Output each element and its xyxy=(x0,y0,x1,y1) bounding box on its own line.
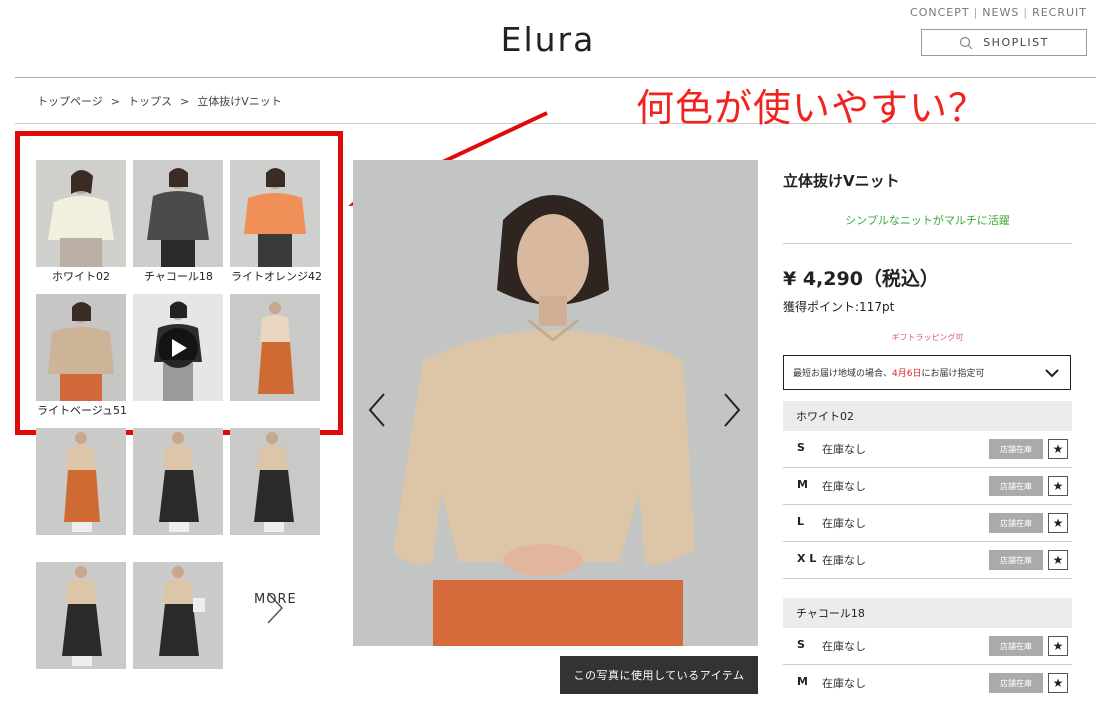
breadcrumb-current: 立体抜けVニット xyxy=(197,95,282,108)
thumbnail-label: チャコール18 xyxy=(144,270,213,283)
chevron-left-icon xyxy=(368,393,385,427)
recruit-link[interactable]: RECRUIT xyxy=(1032,6,1087,19)
stock-status: 在庫なし xyxy=(822,480,866,493)
product-catchcopy: シンプルなニットがマルチに活躍 xyxy=(845,214,1010,227)
favorite-star-icon[interactable]: ★ xyxy=(1048,673,1068,693)
thumbnail-image[interactable] xyxy=(230,428,320,535)
stock-status: 在庫なし xyxy=(822,554,866,567)
news-link[interactable]: NEWS xyxy=(982,6,1019,19)
top-links: CONCEPT | NEWS | RECRUIT xyxy=(910,6,1087,19)
earned-points: 獲得ポイント:117pt xyxy=(783,300,895,314)
size-label: S xyxy=(797,638,805,651)
annotation-text: 何色が使いやすい？ xyxy=(636,86,988,130)
chevron-right-icon xyxy=(724,393,741,427)
size-row: S 在庫なし 店舗在庫 ★ xyxy=(783,628,1072,665)
main-product-image xyxy=(353,160,758,646)
info-divider xyxy=(783,243,1072,244)
shoplist-button[interactable]: SHOPLIST xyxy=(921,29,1087,56)
store-stock-button[interactable]: 店舗在庫 xyxy=(989,636,1043,656)
next-image-arrow[interactable] xyxy=(722,390,742,440)
delivery-prefix: 最短お届け地域の場合、 xyxy=(793,369,893,379)
thumbnail-image[interactable] xyxy=(36,562,126,669)
thumbnail-image[interactable] xyxy=(133,562,223,669)
size-row: X L 在庫なし 店舗在庫 ★ xyxy=(783,542,1072,579)
thumbnail-image[interactable] xyxy=(36,428,126,535)
thumbnail-label: ホワイト02 xyxy=(52,270,110,283)
favorite-star-icon[interactable]: ★ xyxy=(1048,513,1068,533)
delivery-suffix: にお届け指定可 xyxy=(921,369,985,379)
size-row: M 在庫なし 店舗在庫 ★ xyxy=(783,665,1072,702)
favorite-star-icon[interactable]: ★ xyxy=(1048,636,1068,656)
stock-status: 在庫なし xyxy=(822,517,866,530)
size-label: M xyxy=(797,478,808,491)
favorite-star-icon[interactable]: ★ xyxy=(1048,550,1068,570)
delivery-info-dropdown[interactable]: 最短お届け地域の場合、 4月6日 にお届け指定可 xyxy=(783,355,1071,390)
store-stock-button[interactable]: 店舗在庫 xyxy=(989,673,1043,693)
thumbnail-video[interactable] xyxy=(133,294,223,401)
shoplist-label: SHOPLIST xyxy=(983,36,1049,49)
breadcrumb-home[interactable]: トップページ xyxy=(37,95,103,108)
thumbnail-label: ライトベージュ51 xyxy=(37,404,128,417)
stock-status: 在庫なし xyxy=(822,677,866,690)
thumbnail-image[interactable] xyxy=(230,294,320,401)
favorite-star-icon[interactable]: ★ xyxy=(1048,439,1068,459)
size-label: X L xyxy=(797,552,817,565)
separator: | xyxy=(973,6,979,19)
size-label: L xyxy=(797,515,805,528)
more-link[interactable]: MORE xyxy=(254,592,296,607)
product-title: 立体抜けVニット xyxy=(783,172,900,190)
thumbnail-light-beige[interactable] xyxy=(36,294,126,401)
breadcrumb-separator: > xyxy=(180,95,190,108)
size-label: S xyxy=(797,441,805,454)
stock-status: 在庫なし xyxy=(822,443,866,456)
chevron-down-icon xyxy=(1045,369,1059,378)
size-row: M 在庫なし 店舗在庫 ★ xyxy=(783,468,1072,505)
gift-wrapping-note: ギフトラッピング可 xyxy=(891,333,964,342)
product-price: ¥ 4,290（税込） xyxy=(783,268,939,290)
thumbnail-image[interactable] xyxy=(133,428,223,535)
store-stock-button[interactable]: 店舗在庫 xyxy=(989,439,1043,459)
concept-link[interactable]: CONCEPT xyxy=(910,6,970,19)
thumbnail-charcoal[interactable] xyxy=(133,160,223,267)
color-header-white: ホワイト02 xyxy=(783,401,1072,431)
store-stock-button[interactable]: 店舗在庫 xyxy=(989,513,1043,533)
thumbnail-label: ライトオレンジ42 xyxy=(231,270,322,283)
separator: | xyxy=(1023,6,1029,19)
size-row: S 在庫なし 店舗在庫 ★ xyxy=(783,431,1072,468)
color-header-charcoal: チャコール18 xyxy=(783,598,1072,628)
breadcrumb: トップページ > トップス > 立体抜けVニット xyxy=(37,93,282,109)
prev-image-arrow[interactable] xyxy=(367,390,387,440)
store-stock-button[interactable]: 店舗在庫 xyxy=(989,550,1043,570)
delivery-date: 4月6日 xyxy=(892,369,922,379)
favorite-star-icon[interactable]: ★ xyxy=(1048,476,1068,496)
thumbnail-white[interactable] xyxy=(36,160,126,267)
thumbnail-light-orange[interactable] xyxy=(230,160,320,267)
stock-status: 在庫なし xyxy=(822,640,866,653)
search-icon xyxy=(960,36,973,49)
items-in-photo-button[interactable]: この写真に使用しているアイテム xyxy=(560,656,758,694)
size-row: L 在庫なし 店舗在庫 ★ xyxy=(783,505,1072,542)
breadcrumb-tops[interactable]: トップス xyxy=(128,95,172,108)
size-label: M xyxy=(797,675,808,688)
breadcrumb-separator: > xyxy=(110,95,120,108)
store-stock-button[interactable]: 店舗在庫 xyxy=(989,476,1043,496)
